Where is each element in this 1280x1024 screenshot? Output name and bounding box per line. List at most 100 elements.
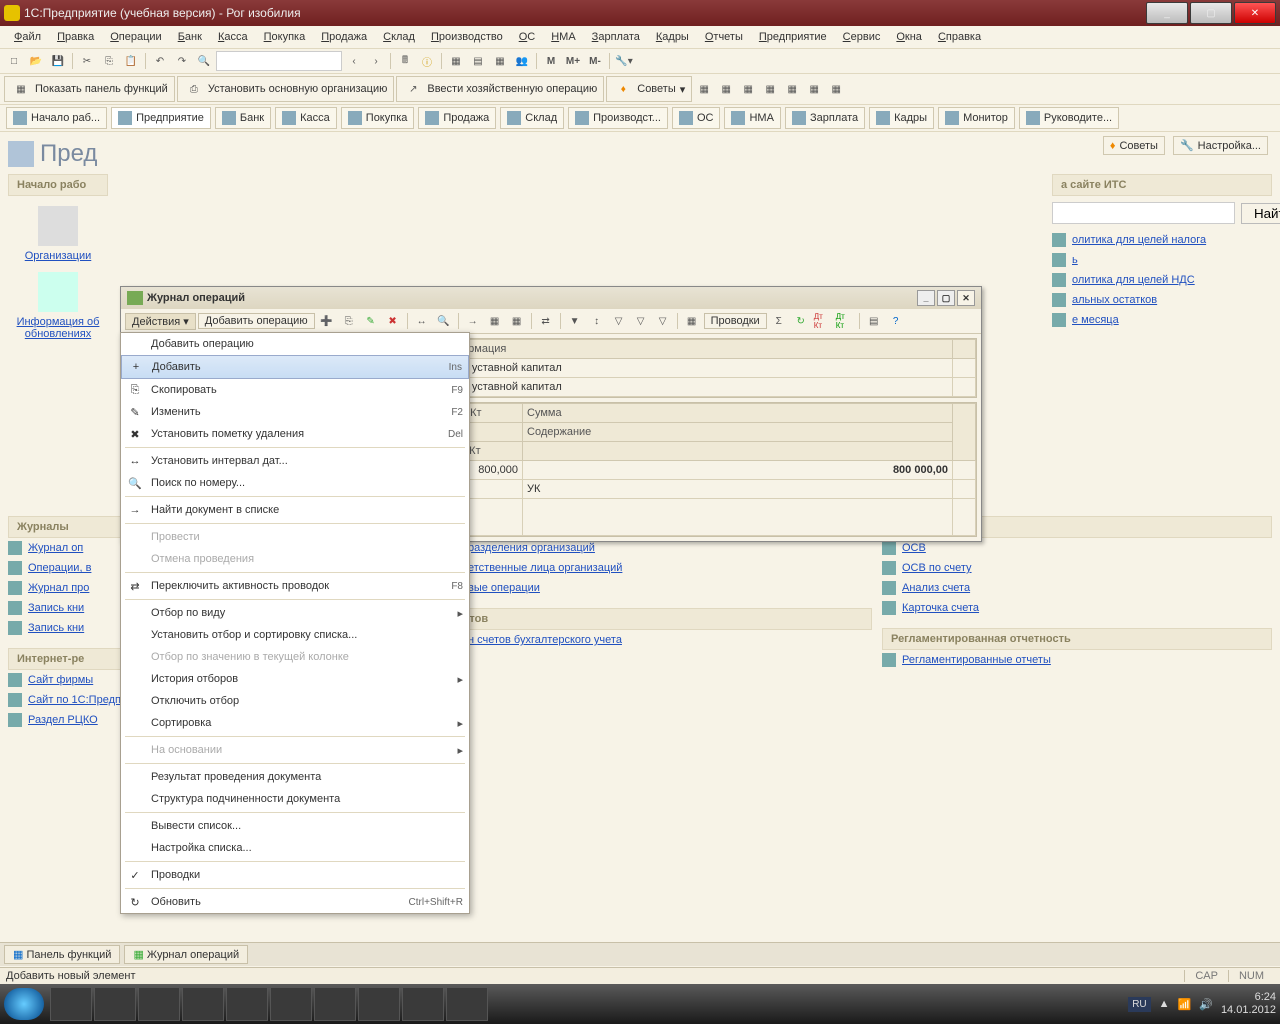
- filter2-icon[interactable]: ▽: [609, 311, 629, 331]
- maximize-button[interactable]: ▢: [1190, 2, 1232, 24]
- its-search-input[interactable]: [1052, 202, 1235, 224]
- paste-icon[interactable]: 📋: [121, 51, 141, 71]
- refresh-icon[interactable]: ↻: [791, 311, 811, 331]
- help-icon[interactable]: ⓘ: [417, 51, 437, 71]
- report-icon[interactable]: ▤: [468, 51, 488, 71]
- nav-tab-3[interactable]: Касса: [275, 107, 337, 129]
- lang-indicator[interactable]: RU: [1128, 997, 1150, 1012]
- menu-Отчеты[interactable]: Отчеты: [697, 28, 751, 46]
- link-item[interactable]: Карточка счета: [882, 598, 1272, 618]
- menu-item[interactable]: Добавить операцию: [121, 333, 469, 355]
- link-item[interactable]: вые операции: [448, 578, 872, 598]
- menu-item[interactable]: Отбор по виду▸: [121, 602, 469, 624]
- nav-tab-9[interactable]: НМА: [724, 107, 780, 129]
- nav-tab-5[interactable]: Продажа: [418, 107, 496, 129]
- menu-item[interactable]: ↔Установить интервал дат...: [121, 450, 469, 472]
- menu-item[interactable]: Структура подчиненности документа: [121, 788, 469, 810]
- toggle-icon[interactable]: ⇄: [536, 311, 556, 331]
- calc-icon[interactable]: 🖩: [395, 51, 415, 71]
- tray-icon[interactable]: ▲: [1159, 998, 1170, 1010]
- menu-Предприятие[interactable]: Предприятие: [751, 28, 835, 46]
- app-icon-3[interactable]: [226, 987, 268, 1021]
- users-icon[interactable]: 👥: [512, 51, 532, 71]
- link-item[interactable]: Анализ счета: [882, 578, 1272, 598]
- tb-icon-1[interactable]: ▦: [694, 79, 714, 99]
- m-minus-icon[interactable]: M-: [585, 51, 605, 71]
- menu-item[interactable]: 🔍Поиск по номеру...: [121, 472, 469, 494]
- grid-icon[interactable]: ▦: [490, 51, 510, 71]
- menu-Сервис[interactable]: Сервис: [835, 28, 889, 46]
- nav-tab-13[interactable]: Руководите...: [1019, 107, 1119, 129]
- org-link[interactable]: Организации: [8, 250, 108, 262]
- nav-tab-11[interactable]: Кадры: [869, 107, 934, 129]
- postings-button[interactable]: Проводки: [704, 313, 767, 329]
- modal-close-button[interactable]: ✕: [957, 290, 975, 306]
- tray-vol-icon[interactable]: 🔊: [1199, 998, 1213, 1011]
- link-item[interactable]: ОСВ по счету: [882, 558, 1272, 578]
- menu-item[interactable]: +ДобавитьIns: [121, 355, 469, 379]
- set-org-button[interactable]: ⎙Установить основную организацию: [177, 76, 395, 102]
- filter4-icon[interactable]: ▽: [653, 311, 673, 331]
- menu-item[interactable]: Вывести список...: [121, 815, 469, 837]
- menu-item[interactable]: ✎ИзменитьF2: [121, 401, 469, 423]
- tb-icon-3[interactable]: ▦: [738, 79, 758, 99]
- filter3-icon[interactable]: ▽: [631, 311, 651, 331]
- tb-icon-2[interactable]: ▦: [716, 79, 736, 99]
- 1c-icon[interactable]: [402, 987, 444, 1021]
- tb-icon-6[interactable]: ▦: [804, 79, 824, 99]
- sort-icon[interactable]: ↕: [587, 311, 607, 331]
- nav-tab-7[interactable]: Производст...: [568, 107, 668, 129]
- new-icon[interactable]: □: [4, 51, 24, 71]
- dates-icon[interactable]: ↔: [412, 311, 432, 331]
- menu-Покупка[interactable]: Покупка: [256, 28, 314, 46]
- nav-back-icon[interactable]: ‹: [344, 51, 364, 71]
- nav-tab-8[interactable]: ОС: [672, 107, 721, 129]
- menu-Справка[interactable]: Справка: [930, 28, 989, 46]
- menu-Зарплата[interactable]: Зарплата: [584, 28, 648, 46]
- menu-Банк[interactable]: Банк: [170, 28, 210, 46]
- menu-item[interactable]: →Найти документ в списке: [121, 499, 469, 521]
- nav-tab-2[interactable]: Банк: [215, 107, 271, 129]
- tray-net-icon[interactable]: 📶: [1178, 998, 1192, 1011]
- tb-icon-7[interactable]: ▦: [826, 79, 846, 99]
- menu-item[interactable]: ⇄Переключить активность проводокF8: [121, 575, 469, 597]
- base-icon[interactable]: ▦: [682, 311, 702, 331]
- menu-НМА[interactable]: НМА: [543, 28, 583, 46]
- undo-icon[interactable]: ↶: [150, 51, 170, 71]
- menu-item[interactable]: ⎘СкопироватьF9: [121, 379, 469, 401]
- dk2-icon[interactable]: Дт Кт: [835, 311, 855, 331]
- open-icon[interactable]: 📂: [26, 51, 46, 71]
- tb-icon-4[interactable]: ▦: [760, 79, 780, 99]
- close-button[interactable]: ✕: [1234, 2, 1276, 24]
- show-panel-button[interactable]: ▦Показать панель функций: [4, 76, 175, 102]
- calendar-icon[interactable]: ▦: [446, 51, 466, 71]
- link-item[interactable]: олитика для целей НДС: [1052, 270, 1272, 290]
- menu-Склад[interactable]: Склад: [375, 28, 423, 46]
- wrench-icon[interactable]: 🔧▾: [614, 51, 634, 71]
- ie-icon[interactable]: [50, 987, 92, 1021]
- find-num-icon[interactable]: 🔍: [434, 311, 454, 331]
- menu-Операции[interactable]: Операции: [102, 28, 169, 46]
- menu-Правка[interactable]: Правка: [49, 28, 102, 46]
- help2-icon[interactable]: ?: [886, 311, 906, 331]
- wtab-journal[interactable]: ▦ Журнал операций: [124, 945, 248, 964]
- add-icon[interactable]: ➕: [317, 311, 337, 331]
- tips-link[interactable]: ♦Советы: [1103, 136, 1165, 155]
- save-icon[interactable]: 💾: [48, 51, 68, 71]
- del-op-icon[interactable]: ✖: [383, 311, 403, 331]
- nav-tab-6[interactable]: Склад: [500, 107, 564, 129]
- enter-op-button[interactable]: ↗Ввести хозяйственную операцию: [396, 76, 604, 102]
- m-plus-icon[interactable]: M+: [563, 51, 583, 71]
- menu-item[interactable]: ↻ОбновитьCtrl+Shift+R: [121, 891, 469, 913]
- link-item[interactable]: е месяца: [1052, 310, 1272, 330]
- nav-tab-10[interactable]: Зарплата: [785, 107, 865, 129]
- modal-min-button[interactable]: _: [917, 290, 935, 306]
- menu-Производство[interactable]: Производство: [423, 28, 511, 46]
- menu-ОС[interactable]: ОС: [511, 28, 544, 46]
- modal-max-button[interactable]: ▢: [937, 290, 955, 306]
- menu-item[interactable]: История отборов▸: [121, 668, 469, 690]
- nav-tab-4[interactable]: Покупка: [341, 107, 415, 129]
- minimize-button[interactable]: _: [1146, 2, 1188, 24]
- actions-button[interactable]: Действия ▾: [125, 313, 196, 330]
- tips-button[interactable]: ♦Советы ▾: [606, 76, 692, 102]
